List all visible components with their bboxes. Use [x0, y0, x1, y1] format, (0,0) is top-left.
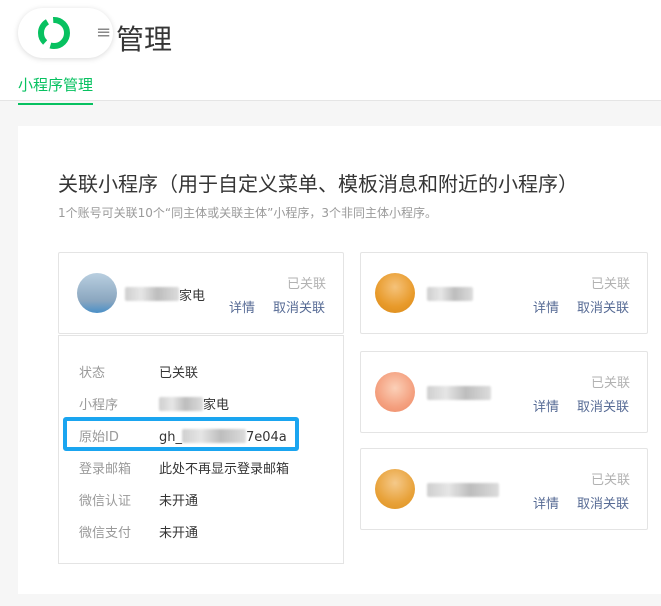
linked-app-card: 家电 已关联 详情 取消关联 [58, 252, 344, 334]
unlink-button[interactable]: 取消关联 [577, 493, 629, 512]
menu-icon[interactable]: ≡ [96, 22, 111, 43]
app-name-blurred [427, 386, 491, 400]
app-name-blurred [427, 287, 473, 301]
linked-app-card: 已关联 详情 取消关联 [360, 351, 648, 433]
detail-row-wechat-pay: 微信支付 未开通 [79, 526, 199, 541]
detail-link[interactable]: 详情 [533, 396, 559, 415]
wechat-mini-program-logo-icon [38, 17, 70, 49]
detail-row-app: 小程序 家电 [79, 397, 230, 413]
link-status: 已关联 [591, 277, 631, 292]
app-name-suffix: 家电 [179, 289, 206, 304]
app-avatar [375, 273, 415, 313]
tab-divider [0, 100, 661, 101]
link-status: 已关联 [287, 277, 327, 292]
app-detail-panel: 状态 已关联 小程序 家电 原始ID gh_ 7e04a 登录邮箱 此处不再显示登录邮箱 … [58, 335, 344, 564]
app-avatar [375, 469, 415, 509]
logo-menu-pill[interactable]: ≡ [18, 8, 113, 58]
linked-app-card: 已关联 详情 取消关联 [360, 448, 648, 530]
top-bar: 管理 ≡ 小程序管理 [0, 0, 661, 105]
main-panel: 关联小程序（用于自定义菜单、模板消息和附近的小程序） 1个账号可关联10个“同主… [18, 126, 661, 594]
detail-link[interactable]: 详情 [229, 297, 255, 316]
section-title: 关联小程序（用于自定义菜单、模板消息和附近的小程序） [58, 172, 578, 196]
unlink-button[interactable]: 取消关联 [577, 297, 629, 316]
app-name-blurred [427, 483, 499, 497]
section-description: 1个账号可关联10个“同主体或关联主体”小程序，3个非同主体小程序。 [58, 206, 437, 220]
detail-link[interactable]: 详情 [533, 493, 559, 512]
page-title-text: 管理 [116, 23, 173, 56]
unlink-button[interactable]: 取消关联 [577, 396, 629, 415]
app-name-blurred [159, 397, 203, 411]
detail-row-email: 登录邮箱 此处不再显示登录邮箱 [79, 462, 290, 477]
original-id-highlight [63, 417, 299, 451]
app-avatar [77, 273, 117, 313]
app-avatar [375, 372, 415, 412]
unlink-button[interactable]: 取消关联 [273, 297, 325, 316]
link-status: 已关联 [591, 376, 631, 391]
detail-link[interactable]: 详情 [533, 297, 559, 316]
detail-row-status: 状态 已关联 [79, 366, 199, 381]
linked-app-card: 已关联 详情 取消关联 [360, 252, 648, 334]
link-status: 已关联 [591, 473, 631, 488]
app-name-blurred [125, 287, 179, 301]
detail-row-wechat-auth: 微信认证 未开通 [79, 494, 199, 509]
